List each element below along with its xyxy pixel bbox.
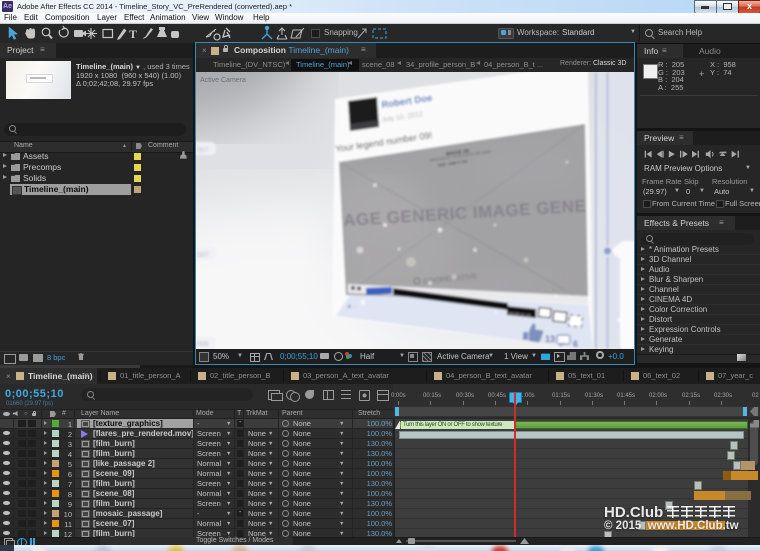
svg-text:6: 6 bbox=[573, 339, 578, 349]
svg-text:▲..: ▲.. bbox=[346, 302, 357, 310]
svg-text:006: 006 bbox=[197, 341, 209, 348]
svg-text:007: 007 bbox=[197, 252, 209, 259]
svg-text:T: T bbox=[129, 27, 137, 41]
svg-text:Active Camera: Active Camera bbox=[200, 77, 246, 84]
svg-text:007: 007 bbox=[197, 147, 209, 154]
svg-text:13: 13 bbox=[545, 334, 555, 344]
